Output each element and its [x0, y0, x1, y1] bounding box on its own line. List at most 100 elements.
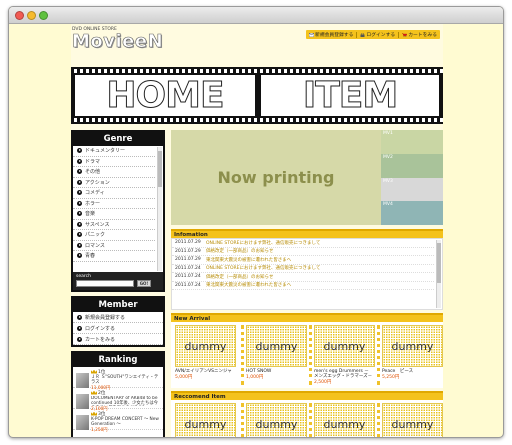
zoom-window-button[interactable] — [39, 11, 48, 20]
search-go-button[interactable]: GO! — [137, 280, 151, 287]
info-scrollbar-thumb[interactable] — [437, 243, 441, 283]
product-card[interactable]: dummy — [309, 403, 375, 437]
nav-cart-label: カートをみる — [408, 33, 437, 38]
info-row[interactable]: 2011.07.24 価格改定（一部商品）のお知らせ — [172, 273, 434, 282]
info-link[interactable]: 東北関東大震災の被害に遭われた皆さまへ — [206, 282, 291, 288]
product-image[interactable]: dummy — [382, 403, 443, 437]
product-image[interactable]: dummy — [246, 403, 307, 437]
ranking-item[interactable]: 2位 DOCUMENTARY of AKB48 to be continued … — [73, 388, 163, 412]
genre-item-label: 青春 — [85, 253, 96, 260]
product-price: 1,000円 — [246, 375, 264, 380]
arrow-bullet-icon — [77, 179, 82, 185]
product-card[interactable]: dummy men's egg Drummers －メンズエッグ・ドラマーズ－ … — [309, 325, 375, 385]
ranking-thumbnail[interactable] — [76, 415, 89, 430]
ranking-item[interactable]: 1位 ＪＲ Ｓ"SOUTH"ワンエイティ・テラス 11,000円 — [73, 367, 163, 391]
genre-item[interactable]: 音楽 — [73, 209, 155, 220]
arrow-bullet-icon — [77, 148, 82, 154]
banner-thumb-mv3[interactable]: MV3 — [381, 177, 443, 202]
member-item-cart[interactable]: カートをみる — [73, 334, 163, 345]
product-card[interactable]: dummy — [173, 403, 237, 437]
arrow-bullet-icon — [77, 221, 82, 227]
nav-login[interactable]: ログインする — [360, 31, 395, 38]
info-date: 2011.07.29 — [175, 257, 201, 263]
banner-thumb-mv2[interactable]: MV2 — [381, 153, 443, 178]
film-frame-item[interactable]: ITEM — [261, 75, 439, 116]
genre-item[interactable]: ホラー — [73, 199, 155, 209]
film-frame-home[interactable]: HOME — [75, 75, 255, 116]
close-window-button[interactable] — [15, 11, 24, 20]
info-link[interactable]: 東北関東大震災の被害に遭われた皆さまへ — [206, 257, 291, 263]
member-item-login[interactable]: ログインする — [73, 323, 163, 334]
arrow-bullet-icon — [77, 232, 82, 238]
info-row[interactable]: 2011.07.29 価格改定（一部商品）のお知らせ — [172, 248, 434, 256]
login-icon — [360, 32, 365, 37]
product-image[interactable]: dummy — [314, 325, 375, 367]
info-row[interactable]: 2011.07.24 東北関東大震災の被害に遭われた皆さまへ — [172, 282, 434, 290]
banner-main-image[interactable]: Now printing — [171, 130, 381, 225]
nav-register-label: 新規会員登録する — [315, 33, 354, 38]
product-title[interactable]: men's egg Drummers －メンズエッグ・ドラマーズ－ — [314, 369, 373, 379]
product-card[interactable]: dummy HOT SNOW 1,000円 — [241, 325, 307, 385]
genre-item[interactable]: サスペンス — [73, 220, 155, 230]
info-date: 2011.07.24 — [175, 265, 201, 271]
arrow-bullet-icon — [77, 325, 82, 331]
info-date: 2011.07.24 — [175, 274, 201, 280]
info-link[interactable]: ONLINE STOREにおけます弊社、通信販売につきまして — [206, 240, 320, 246]
product-image[interactable]: dummy — [175, 325, 236, 367]
register-icon — [309, 32, 315, 37]
info-link[interactable]: 価格改定（一部商品）のお知らせ — [206, 248, 273, 254]
ranking-item-title[interactable]: DOCUMENTARY of AKB48 to be continued 10年… — [91, 396, 160, 406]
site-logo[interactable]: MovieeN — [72, 31, 163, 53]
genre-item-label: コメディ — [85, 190, 105, 197]
ranking-item[interactable]: 3位 K-POP DREAM CONCERT ～ New Generation … — [73, 409, 163, 433]
minimize-window-button[interactable] — [27, 11, 36, 20]
info-row[interactable]: 2011.07.24 ONLINE STOREにおけます弊社、通信販売につきまして — [172, 265, 434, 273]
product-image[interactable]: dummy — [246, 325, 307, 367]
genre-item[interactable]: ロマンス — [73, 241, 155, 251]
banner-thumb-mv1[interactable]: MV1 — [381, 130, 443, 154]
genre-item[interactable]: コメディ — [73, 188, 155, 199]
member-item-label: 新規会員登録する — [85, 314, 126, 321]
crown-icon — [91, 369, 97, 374]
search-input[interactable] — [76, 280, 134, 287]
genre-item[interactable]: その他 — [73, 167, 155, 178]
nav-register[interactable]: 新規会員登録する — [309, 31, 353, 38]
info-link[interactable]: ONLINE STOREにおけます弊社、通信販売につきまして — [206, 265, 320, 271]
ranking-thumbnail[interactable] — [76, 373, 89, 388]
sidebar: Genre ドキュメンタリー ドラマ その他 アクション コメディ ホラー 音楽… — [71, 130, 165, 437]
genre-scrollbar[interactable] — [157, 147, 162, 271]
product-image[interactable]: dummy — [175, 403, 236, 437]
new-arrival-heading: New Arrival — [171, 313, 443, 322]
product-image[interactable]: dummy — [314, 403, 375, 437]
arrow-bullet-icon — [77, 211, 82, 217]
info-date: 2011.07.24 — [175, 282, 201, 288]
product-card[interactable]: dummy — [241, 403, 307, 437]
product-card[interactable]: dummy Peace ピース 5,250円 — [377, 325, 443, 385]
member-title: Member — [73, 298, 163, 312]
member-list: 新規会員登録する ログインする カートをみる — [73, 312, 163, 345]
ranking-item-title[interactable]: K-POP DREAM CONCERT ～ New Generation ～ — [91, 417, 160, 427]
info-row[interactable]: 2011.07.29 ONLINE STOREにおけます弊社、通信販売につきまして — [172, 239, 434, 248]
genre-item[interactable]: アクション — [73, 178, 155, 188]
arrow-bullet-icon — [77, 253, 82, 259]
banner-thumb-mv4[interactable]: MV4 — [381, 201, 443, 225]
genre-item[interactable]: パニック — [73, 230, 155, 241]
genre-title: Genre — [73, 132, 163, 146]
genre-item[interactable]: 青春 — [73, 251, 155, 262]
ranking-item-title[interactable]: ＪＲ Ｓ"SOUTH"ワンエイティ・テラス — [91, 375, 160, 385]
info-link[interactable]: 価格改定（一部商品）のお知らせ — [206, 274, 273, 280]
product-image[interactable]: dummy — [382, 325, 443, 367]
genre-box: Genre ドキュメンタリー ドラマ その他 アクション コメディ ホラー 音楽… — [71, 130, 165, 292]
product-card[interactable]: dummy — [377, 403, 443, 437]
product-card[interactable]: dummy AVN/エイリアンVSニンジャ 5,000円 — [173, 325, 237, 385]
genre-item[interactable]: ドキュメンタリー — [73, 146, 155, 157]
member-item-register[interactable]: 新規会員登録する — [73, 312, 163, 323]
info-scrollbar[interactable] — [436, 240, 441, 308]
genre-item[interactable]: ドラマ — [73, 157, 155, 167]
genre-scrollbar-thumb[interactable] — [158, 151, 162, 187]
nav-cart[interactable]: カートをみる — [402, 31, 437, 38]
info-row[interactable]: 2011.07.29 東北関東大震災の被害に遭われた皆さまへ — [172, 256, 434, 265]
arrow-bullet-icon — [77, 190, 82, 196]
genre-item-label: その他 — [85, 169, 101, 176]
ranking-thumbnail[interactable] — [76, 394, 89, 409]
